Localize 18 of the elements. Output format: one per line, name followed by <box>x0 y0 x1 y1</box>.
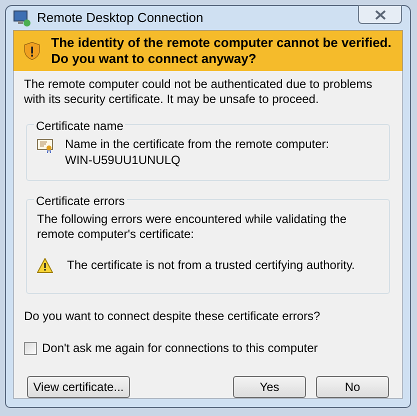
view-certificate-button[interactable]: View certificate... <box>27 376 130 398</box>
error-message: The certificate is not from a trusted certifying authority. <box>67 257 355 274</box>
close-button[interactable] <box>358 5 402 24</box>
yes-button[interactable]: Yes <box>233 376 306 398</box>
certificate-icon <box>37 138 53 153</box>
no-button[interactable]: No <box>316 376 389 398</box>
certificate-name-value: WIN-U59UU1UNULQ <box>65 152 182 168</box>
checkbox-label[interactable]: Don't ask me again for connections to this computer <box>42 339 318 357</box>
intro-text: The remote computer could not be authenticated due to problems with its security certificate. It may be unsafe to proceed. <box>24 77 374 107</box>
errors-description: The following errors were encountered while validating the remote computer's certificate: <box>37 212 348 242</box>
close-icon <box>374 10 386 20</box>
warning-message: The identity of the remote computer cannot be verified. Do you want to connect anyway? <box>51 35 392 68</box>
window-title: Remote Desktop Connection <box>37 9 204 28</box>
monitor-icon <box>13 10 31 27</box>
checkbox[interactable] <box>24 342 37 354</box>
question-text: Do you want to connect despite these certificate errors? <box>24 308 322 325</box>
warning-icon <box>37 258 53 272</box>
certificate-name-label: Name in the certificate from the remote computer: <box>65 136 330 152</box>
